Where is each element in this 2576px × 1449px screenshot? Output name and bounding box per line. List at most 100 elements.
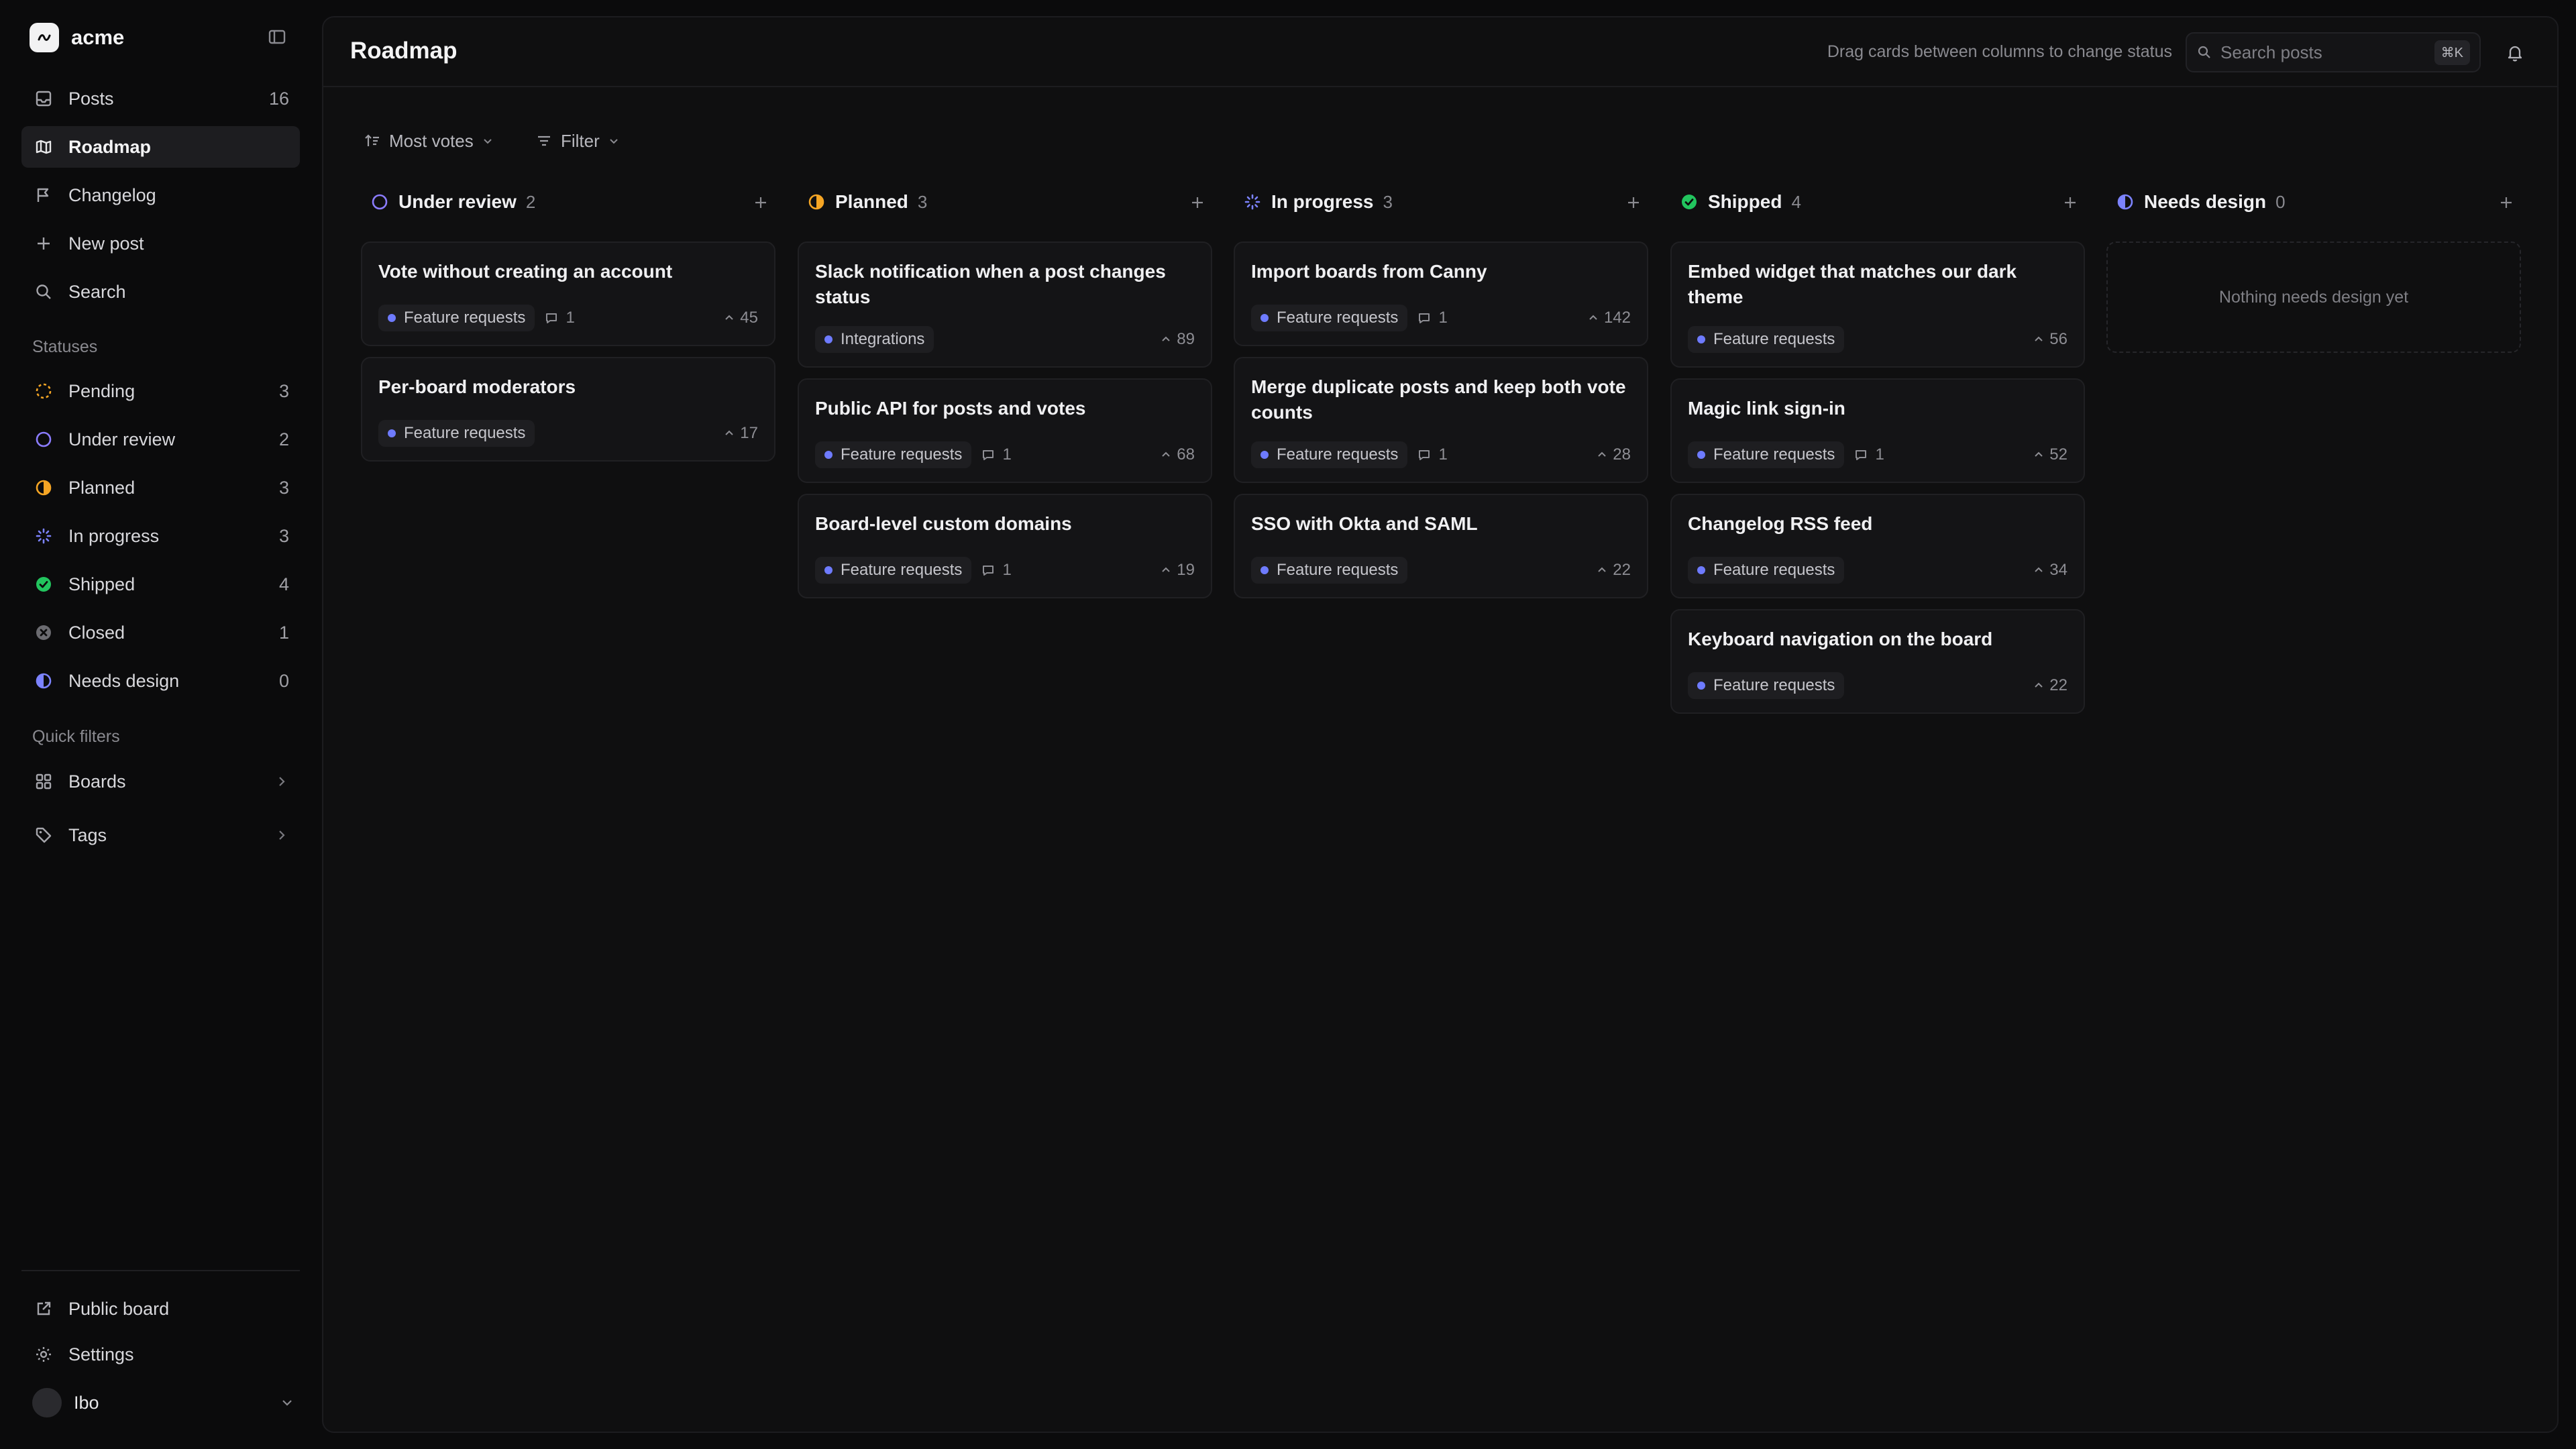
status-item-under-review[interactable]: Under review 2 [21,419,300,460]
filter-button[interactable]: Filter [535,126,620,156]
tag-label: Feature requests [1277,445,1399,464]
nav-settings[interactable]: Settings [21,1334,300,1375]
nav-changelog-label: Changelog [68,184,156,205]
posts-icon [34,89,54,109]
post-card[interactable]: Vote without creating an account Feature… [361,241,775,346]
post-card[interactable]: Board-level custom domains Feature reque… [798,494,1212,598]
column-header: Under review 2 [361,186,775,217]
board-tag[interactable]: Feature requests [1251,441,1408,468]
status-item-pending[interactable]: Pending 3 [21,370,300,412]
add-card-icon[interactable] [1624,193,1643,212]
vote-count[interactable]: 22 [2033,676,2068,695]
post-card[interactable]: Slack notification when a post changes s… [798,241,1212,368]
add-card-icon[interactable] [2061,193,2080,212]
nav-roadmap[interactable]: Roadmap [21,126,300,168]
card-title: Merge duplicate posts and keep both vote… [1251,376,1626,423]
board-tag[interactable]: Feature requests [378,305,535,331]
nav-posts[interactable]: Posts 16 [21,78,300,119]
card-meta: Feature requests 1 68 [815,441,1195,468]
page-title: Roadmap [350,38,458,64]
user-menu[interactable]: Ibo [32,1387,295,1418]
board-tag[interactable]: Feature requests [1688,557,1845,584]
vote-count[interactable]: 89 [1161,330,1195,349]
chevron-down-icon [279,1395,295,1411]
add-card-icon[interactable] [2497,193,2516,212]
post-card[interactable]: Changelog RSS feed Feature requests 34 [1670,494,2085,598]
status-count: 0 [278,670,289,691]
post-card[interactable]: Magic link sign-in Feature requests 1 52 [1670,378,2085,483]
board-tag[interactable]: Integrations [815,326,934,353]
tag-label: Feature requests [404,309,526,327]
post-card[interactable]: Merge duplicate posts and keep both vote… [1234,357,1648,483]
tag-dot [388,314,396,322]
board-tag[interactable]: Feature requests [815,557,972,584]
under-review-status-icon [372,194,388,210]
vote-count[interactable]: 142 [1588,309,1631,327]
vote-count[interactable]: 56 [2033,330,2068,349]
status-item-needs-design[interactable]: Needs design 0 [21,660,300,702]
status-item-closed[interactable]: Closed 1 [21,612,300,653]
post-card[interactable]: Keyboard navigation on the board Feature… [1670,609,2085,714]
board-tag[interactable]: Feature requests [1688,672,1845,699]
upvote-icon [2035,567,2043,572]
vote-count[interactable]: 22 [1597,561,1631,580]
column-shipped: Shipped 4 Embed widget that matches our … [1670,186,2085,714]
status-item-in-progress[interactable]: In progress 3 [21,515,300,557]
chevron-right-icon [274,828,289,843]
tag-label: Feature requests [1713,330,1835,348]
bell-icon[interactable] [2505,43,2525,63]
main-panel: Roadmap Drag cards between columns to ch… [322,16,2559,1433]
external-link-icon [34,1299,54,1319]
upvote-icon [725,315,734,320]
board-tag[interactable]: Feature requests [378,420,535,447]
nav-changelog[interactable]: Changelog [21,174,300,216]
tag-label: Feature requests [1713,445,1835,464]
drag-hint: Drag cards between columns to change sta… [1827,42,2172,61]
upvote-icon [1162,451,1171,457]
board-tag[interactable]: Feature requests [1251,557,1408,584]
board-tag[interactable]: Feature requests [1688,326,1845,353]
vote-count[interactable]: 19 [1161,561,1195,580]
board-tag[interactable]: Feature requests [1688,441,1845,468]
post-card[interactable]: SSO with Okta and SAML Feature requests … [1234,494,1648,598]
board-tag[interactable]: Feature requests [1251,305,1408,331]
comment-count-value: 1 [566,309,575,327]
add-card-icon[interactable] [751,193,770,212]
quick-filter-tags[interactable]: Tags [21,814,300,856]
nav-search-label: Search [68,281,126,302]
status-item-planned[interactable]: Planned 3 [21,467,300,508]
vote-count[interactable]: 45 [724,309,758,327]
card-meta: Feature requests 22 [1251,557,1631,584]
vote-count[interactable]: 34 [2033,561,2068,580]
post-card[interactable]: Per-board moderators Feature requests 17 [361,357,775,462]
brand[interactable]: acme [30,23,124,52]
status-item-shipped[interactable]: Shipped 4 [21,564,300,605]
search-input[interactable] [2220,42,2422,63]
vote-count[interactable]: 17 [724,424,758,443]
tag-dot [1260,314,1269,322]
board-tag[interactable]: Feature requests [815,441,972,468]
card-meta: Feature requests 1 52 [1688,441,2068,468]
column-count: 4 [1791,191,1801,212]
sidebar-toggle-icon[interactable] [267,27,287,47]
status-count: 3 [278,477,289,498]
vote-count[interactable]: 68 [1161,445,1195,464]
post-card[interactable]: Import boards from Canny Feature request… [1234,241,1648,346]
add-card-icon[interactable] [1188,193,1207,212]
vote-count[interactable]: 52 [2033,445,2068,464]
vote-count[interactable]: 28 [1597,445,1631,464]
post-card[interactable]: Embed widget that matches our dark theme… [1670,241,2085,368]
planned-status-icon [808,194,824,210]
quick-filter-boards[interactable]: Boards [21,761,300,802]
post-card[interactable]: Public API for posts and votes Feature r… [798,378,1212,483]
tag-label: Feature requests [1713,676,1835,694]
nav-new-post[interactable]: New post [21,223,300,264]
card-meta: Feature requests 34 [1688,557,2068,584]
nav-public-board[interactable]: Public board [21,1288,300,1330]
card-title: Public API for posts and votes [815,398,1086,419]
upvote-icon [2035,682,2043,688]
nav-search[interactable]: Search [21,271,300,313]
sort-button[interactable]: Most votes [364,126,494,156]
search-box[interactable]: ⌘K [2186,32,2481,72]
acme-logo-icon [30,23,59,52]
